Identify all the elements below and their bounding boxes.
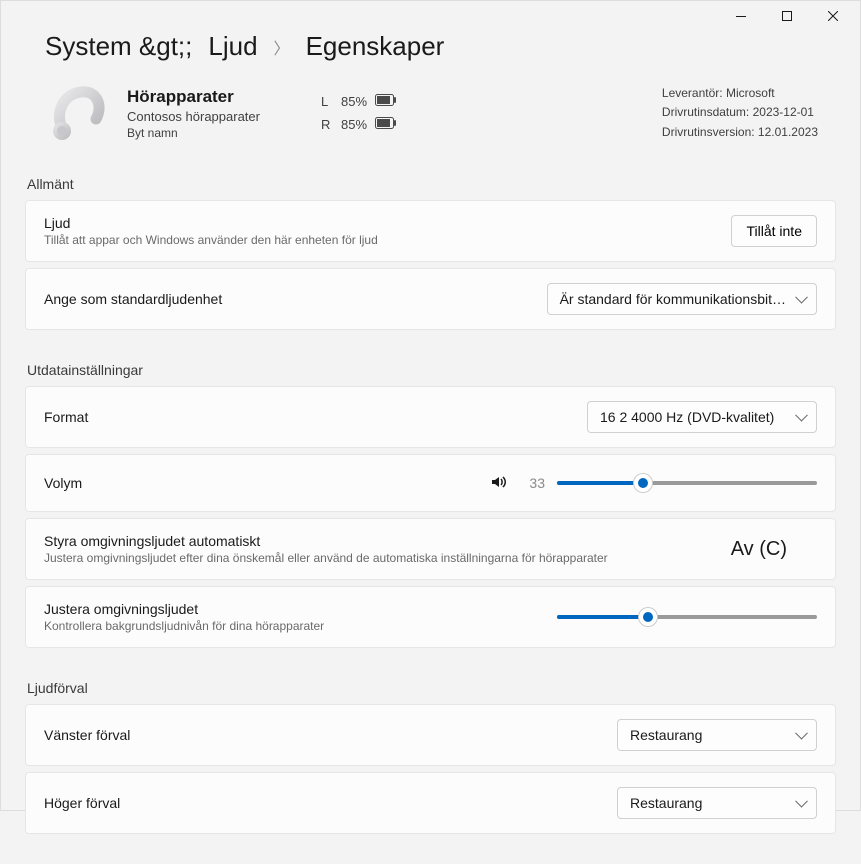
settings-window: System &gt;; Ljud 〉 Egenskaper [0, 0, 861, 811]
right-preset-select[interactable]: Restaurang [617, 787, 817, 819]
row-right-preset: Höger förval Restaurang [25, 772, 836, 834]
row-volume: Volym 33 [25, 454, 836, 512]
battery-right-label: R [321, 113, 333, 136]
battery-right-pct: 85% [341, 113, 367, 136]
battery-left-label: L [321, 90, 333, 113]
section-general: Allmänt [27, 176, 836, 192]
disallow-button[interactable]: Tillåt inte [731, 215, 817, 247]
row-format: Format 16 2 4000 Hz (DVD-kvalitet) [25, 386, 836, 448]
row-ambient-adjust-sub: Kontrollera bakgrundsljudnivån för dina … [44, 619, 324, 633]
close-button[interactable] [810, 1, 856, 31]
ambient-slider[interactable] [557, 615, 817, 619]
driver-date: Drivrutinsdatum: 2023-12-01 [662, 103, 818, 122]
minimize-button[interactable] [718, 1, 764, 31]
driver-info: Leverantör: Microsoft Drivrutinsdatum: 2… [662, 84, 818, 142]
row-left-preset: Vänster förval Restaurang [25, 704, 836, 766]
device-header: Hörapparater Contosos hörapparater Byt n… [25, 78, 836, 164]
volume-value: 33 [521, 475, 545, 491]
driver-version: Drivrutinsversion: 12.01.2023 [662, 123, 818, 142]
breadcrumb-properties: Egenskaper [306, 31, 445, 62]
battery-left-pct: 85% [341, 90, 367, 113]
volume-slider[interactable] [557, 481, 817, 485]
row-audio: Ljud Tillåt att appar och Windows använd… [25, 200, 836, 262]
device-title: Hörapparater [127, 87, 277, 107]
row-default-device: Ange som standardljudenhet Är standard f… [25, 268, 836, 330]
rename-link[interactable]: Byt namn [127, 126, 277, 140]
row-ambient-auto-title: Styra omgivningsljudet automatiskt [44, 533, 608, 549]
row-volume-title: Volym [44, 475, 82, 491]
breadcrumb-sound[interactable]: Ljud [208, 31, 257, 62]
chevron-right-icon: 〉 [274, 35, 290, 59]
speaker-icon[interactable] [489, 472, 509, 495]
row-ambient-adjust: Justera omgivningsljudet Kontrollera bak… [25, 586, 836, 648]
maximize-button[interactable] [764, 1, 810, 31]
row-left-preset-title: Vänster förval [44, 727, 130, 743]
row-default-title: Ange som standardljudenhet [44, 291, 222, 307]
breadcrumb: System &gt;; Ljud 〉 Egenskaper [25, 31, 836, 62]
row-audio-title: Ljud [44, 215, 378, 231]
device-subtitle: Contosos hörapparater [127, 109, 277, 124]
battery-status: L 85% R 85% [321, 90, 397, 137]
driver-vendor: Leverantör: Microsoft [662, 84, 818, 103]
row-format-title: Format [44, 409, 88, 425]
hearing-aid-icon [43, 78, 113, 148]
breadcrumb-system[interactable]: System &gt;; [45, 31, 192, 62]
default-device-select[interactable]: Är standard för kommunikationsbit… [547, 283, 817, 315]
device-meta: Hörapparater Contosos hörapparater Byt n… [127, 87, 277, 140]
battery-icon [375, 113, 397, 136]
format-select[interactable]: 16 2 4000 Hz (DVD-kvalitet) [587, 401, 817, 433]
row-ambient-auto: Styra omgivningsljudet automatiskt Juste… [25, 518, 836, 580]
section-presets: Ljudförval [27, 680, 836, 696]
section-output: Utdatainställningar [27, 362, 836, 378]
battery-icon [375, 90, 397, 113]
left-preset-select[interactable]: Restaurang [617, 719, 817, 751]
ambient-auto-status: Av (C) [731, 538, 787, 561]
row-audio-sub: Tillåt att appar och Windows använder de… [44, 233, 378, 247]
row-ambient-adjust-title: Justera omgivningsljudet [44, 601, 324, 617]
titlebar [1, 1, 860, 31]
row-right-preset-title: Höger förval [44, 795, 120, 811]
row-ambient-auto-sub: Justera omgivningsljudet efter dina önsk… [44, 551, 608, 565]
